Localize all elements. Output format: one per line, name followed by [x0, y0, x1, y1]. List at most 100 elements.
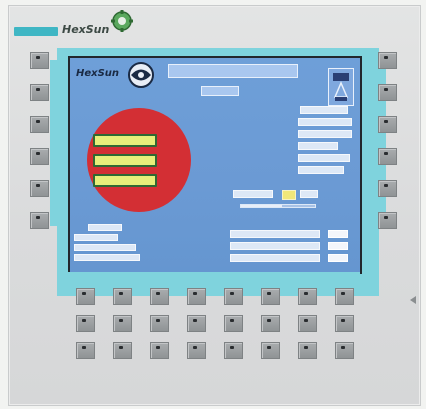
left-softkey-tabs: [50, 60, 58, 226]
key-marker-icon: [193, 346, 197, 349]
circle-button-2[interactable]: [93, 154, 157, 167]
bottom-key-r3-c7[interactable]: [298, 342, 317, 359]
right-softkey-3[interactable]: [378, 116, 397, 133]
bottom-key-r3-c6[interactable]: [261, 342, 280, 359]
key-marker-icon: [267, 292, 271, 295]
key-marker-icon: [156, 346, 160, 349]
right-softkey-5[interactable]: [378, 180, 397, 197]
circle-button-3[interactable]: [93, 174, 157, 187]
left-softkey-6[interactable]: [30, 212, 49, 229]
key-marker-icon: [384, 184, 388, 187]
key-marker-icon: [267, 346, 271, 349]
status-field-left: [233, 190, 273, 198]
key-marker-icon: [230, 319, 234, 322]
bottom-key-r1-c6[interactable]: [261, 288, 280, 305]
screen-title-field: [168, 64, 298, 78]
info-field: [88, 224, 122, 231]
gear-globe-logo-icon: [111, 10, 133, 32]
bottom-key-r2-c5[interactable]: [224, 315, 243, 332]
bottom-key-r2-c6[interactable]: [261, 315, 280, 332]
bottom-key-r3-c5[interactable]: [224, 342, 243, 359]
hmi-screen: HexSun: [68, 56, 362, 274]
left-softkey-5[interactable]: [30, 180, 49, 197]
key-marker-icon: [36, 152, 40, 155]
key-marker-icon: [36, 120, 40, 123]
left-softkey-4[interactable]: [30, 148, 49, 165]
bottom-key-r3-c3[interactable]: [150, 342, 169, 359]
key-marker-icon: [384, 152, 388, 155]
bottom-key-r1-c5[interactable]: [224, 288, 243, 305]
key-marker-icon: [119, 346, 123, 349]
info-field: [74, 254, 140, 261]
bottom-key-r2-c1[interactable]: [76, 315, 95, 332]
key-marker-icon: [384, 88, 388, 91]
key-marker-icon: [267, 319, 271, 322]
bottom-key-r1-c1[interactable]: [76, 288, 95, 305]
bottom-key-r2-c3[interactable]: [150, 315, 169, 332]
bottom-key-r2-c2[interactable]: [113, 315, 132, 332]
key-marker-icon: [304, 319, 308, 322]
key-marker-icon: [119, 319, 123, 322]
bottom-key-r1-c3[interactable]: [150, 288, 169, 305]
right-softkey-4[interactable]: [378, 148, 397, 165]
right-softkey-2[interactable]: [378, 84, 397, 101]
bottom-key-r1-c2[interactable]: [113, 288, 132, 305]
key-marker-icon: [304, 346, 308, 349]
parameter-label: [230, 242, 320, 250]
key-marker-icon: [36, 184, 40, 187]
key-marker-icon: [36, 88, 40, 91]
key-marker-icon: [384, 56, 388, 59]
progress-fill: [241, 205, 282, 207]
key-marker-icon: [82, 292, 86, 295]
key-marker-icon: [36, 216, 40, 219]
right-list-item[interactable]: [298, 130, 352, 138]
bottom-key-r1-c8[interactable]: [335, 288, 354, 305]
key-marker-icon: [230, 346, 234, 349]
right-softkey-6[interactable]: [378, 212, 397, 229]
right-list-item[interactable]: [298, 154, 350, 162]
key-marker-icon: [384, 216, 388, 219]
bottom-key-r3-c1[interactable]: [76, 342, 95, 359]
side-arrow-icon: [410, 296, 416, 304]
key-marker-icon: [230, 292, 234, 295]
right-list-item[interactable]: [298, 166, 344, 174]
key-marker-icon: [193, 292, 197, 295]
parameter-value[interactable]: [328, 242, 348, 250]
parameter-value[interactable]: [328, 230, 348, 238]
bottom-key-r2-c4[interactable]: [187, 315, 206, 332]
key-marker-icon: [82, 319, 86, 322]
circle-button-1[interactable]: [93, 134, 157, 147]
brand-stripe: [14, 27, 58, 36]
key-marker-icon: [193, 319, 197, 322]
progress-bar: [240, 204, 316, 208]
bottom-key-r3-c4[interactable]: [187, 342, 206, 359]
key-marker-icon: [341, 346, 345, 349]
bottom-key-r2-c8[interactable]: [335, 315, 354, 332]
bottom-key-r3-c8[interactable]: [335, 342, 354, 359]
brand-name: HexSun: [62, 23, 110, 36]
left-softkey-1[interactable]: [30, 52, 49, 69]
right-list-item[interactable]: [300, 106, 348, 114]
bottom-key-r2-c7[interactable]: [298, 315, 317, 332]
key-marker-icon: [156, 292, 160, 295]
bottom-key-r1-c7[interactable]: [298, 288, 317, 305]
key-marker-icon: [36, 56, 40, 59]
key-marker-icon: [341, 292, 345, 295]
bottom-key-r3-c2[interactable]: [113, 342, 132, 359]
right-list-item[interactable]: [298, 118, 352, 126]
parameter-value[interactable]: [328, 254, 348, 262]
right-softkey-1[interactable]: [378, 52, 397, 69]
key-marker-icon: [304, 292, 308, 295]
menu-key-button[interactable]: [328, 68, 354, 106]
info-field: [74, 234, 118, 241]
bottom-key-r1-c4[interactable]: [187, 288, 206, 305]
left-softkey-3[interactable]: [30, 116, 49, 133]
info-field: [74, 244, 136, 251]
screen-subtitle-field: [201, 86, 239, 96]
right-list-item[interactable]: [298, 142, 338, 150]
left-softkey-2[interactable]: [30, 84, 49, 101]
status-indicator: [282, 190, 296, 200]
key-marker-icon: [82, 346, 86, 349]
status-field-right: [300, 190, 318, 198]
screen-brand: HexSun: [76, 68, 120, 79]
